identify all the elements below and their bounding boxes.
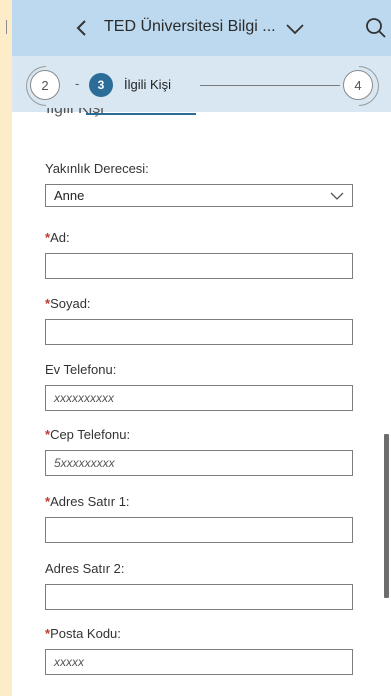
relation-value: Anne	[54, 188, 85, 203]
relation-select[interactable]: Anne	[45, 184, 353, 207]
step-3-indicator: 3	[89, 73, 113, 97]
address-line1-label-text: Adres Satır 1:	[50, 494, 130, 509]
home-phone-input[interactable]: xxxxxxxxxx	[45, 385, 353, 411]
mobile-phone-label-text: Cep Telefonu:	[50, 427, 131, 442]
window-edge	[0, 0, 12, 696]
postal-code-input[interactable]: xxxxx	[45, 649, 353, 675]
relation-field: Yakınlık Derecesi: Anne	[45, 160, 354, 207]
first-name-input[interactable]	[45, 253, 353, 279]
step-number: 2	[41, 77, 49, 93]
step-connector	[200, 85, 340, 86]
address-line2-label: Adres Satır 2:	[45, 561, 125, 576]
contact-form: İlgili Kişi Yakınlık Derecesi: Anne *Ad:…	[12, 108, 391, 696]
back-button[interactable]	[70, 16, 94, 40]
mobile-phone-input[interactable]: 5xxxxxxxxx	[45, 450, 353, 476]
step-number: 4	[354, 77, 362, 93]
app-frame: TED Üniversitesi Bilgi ... 2 - 3 İlgili …	[12, 0, 391, 696]
scrollbar[interactable]	[384, 434, 389, 598]
step-2-indicator[interactable]: 2	[30, 70, 60, 100]
address-line1-label: *Adres Satır 1:	[45, 493, 354, 511]
postal-code-field: *Posta Kodu: xxxxx	[45, 625, 354, 675]
step-4-indicator[interactable]: 4	[343, 70, 373, 100]
address-line2-field: Adres Satır 2:	[45, 560, 354, 610]
address-line1-field: *Adres Satır 1:	[45, 493, 354, 543]
current-step-label: İlgili Kişi	[124, 77, 171, 92]
section-heading: İlgili Kişi	[46, 108, 196, 120]
chevron-down-icon[interactable]	[285, 22, 305, 36]
relation-label: Yakınlık Derecesi:	[45, 161, 149, 176]
first-name-label: *Ad:	[45, 229, 354, 247]
last-name-input[interactable]	[45, 319, 353, 345]
page-title[interactable]: TED Üniversitesi Bilgi ...	[104, 18, 276, 36]
mobile-phone-field: *Cep Telefonu: 5xxxxxxxxx	[45, 426, 354, 476]
step-number: 3	[97, 78, 105, 92]
search-icon	[366, 18, 386, 38]
address-line1-input[interactable]	[45, 517, 353, 543]
section-underline	[86, 113, 196, 115]
address-line2-input[interactable]	[45, 584, 353, 610]
last-name-field: *Soyad:	[45, 295, 354, 345]
search-button[interactable]	[364, 16, 388, 40]
home-phone-label: Ev Telefonu:	[45, 362, 117, 377]
top-bar: TED Üniversitesi Bilgi ...	[12, 0, 391, 56]
first-name-label-text: Ad:	[50, 230, 70, 245]
last-name-label-text: Soyad:	[50, 296, 91, 311]
progress-stepper: 2 - 3 İlgili Kişi 4	[12, 56, 391, 112]
last-name-label: *Soyad:	[45, 295, 354, 313]
postal-code-label: *Posta Kodu:	[45, 625, 354, 643]
chevron-left-icon	[76, 20, 86, 36]
chevron-down-icon	[330, 192, 344, 200]
home-phone-field: Ev Telefonu: xxxxxxxxxx	[45, 361, 354, 411]
step-separator: -	[75, 76, 80, 91]
mobile-phone-label: *Cep Telefonu:	[45, 426, 354, 444]
first-name-field: *Ad:	[45, 229, 354, 279]
postal-code-label-text: Posta Kodu:	[50, 626, 121, 641]
